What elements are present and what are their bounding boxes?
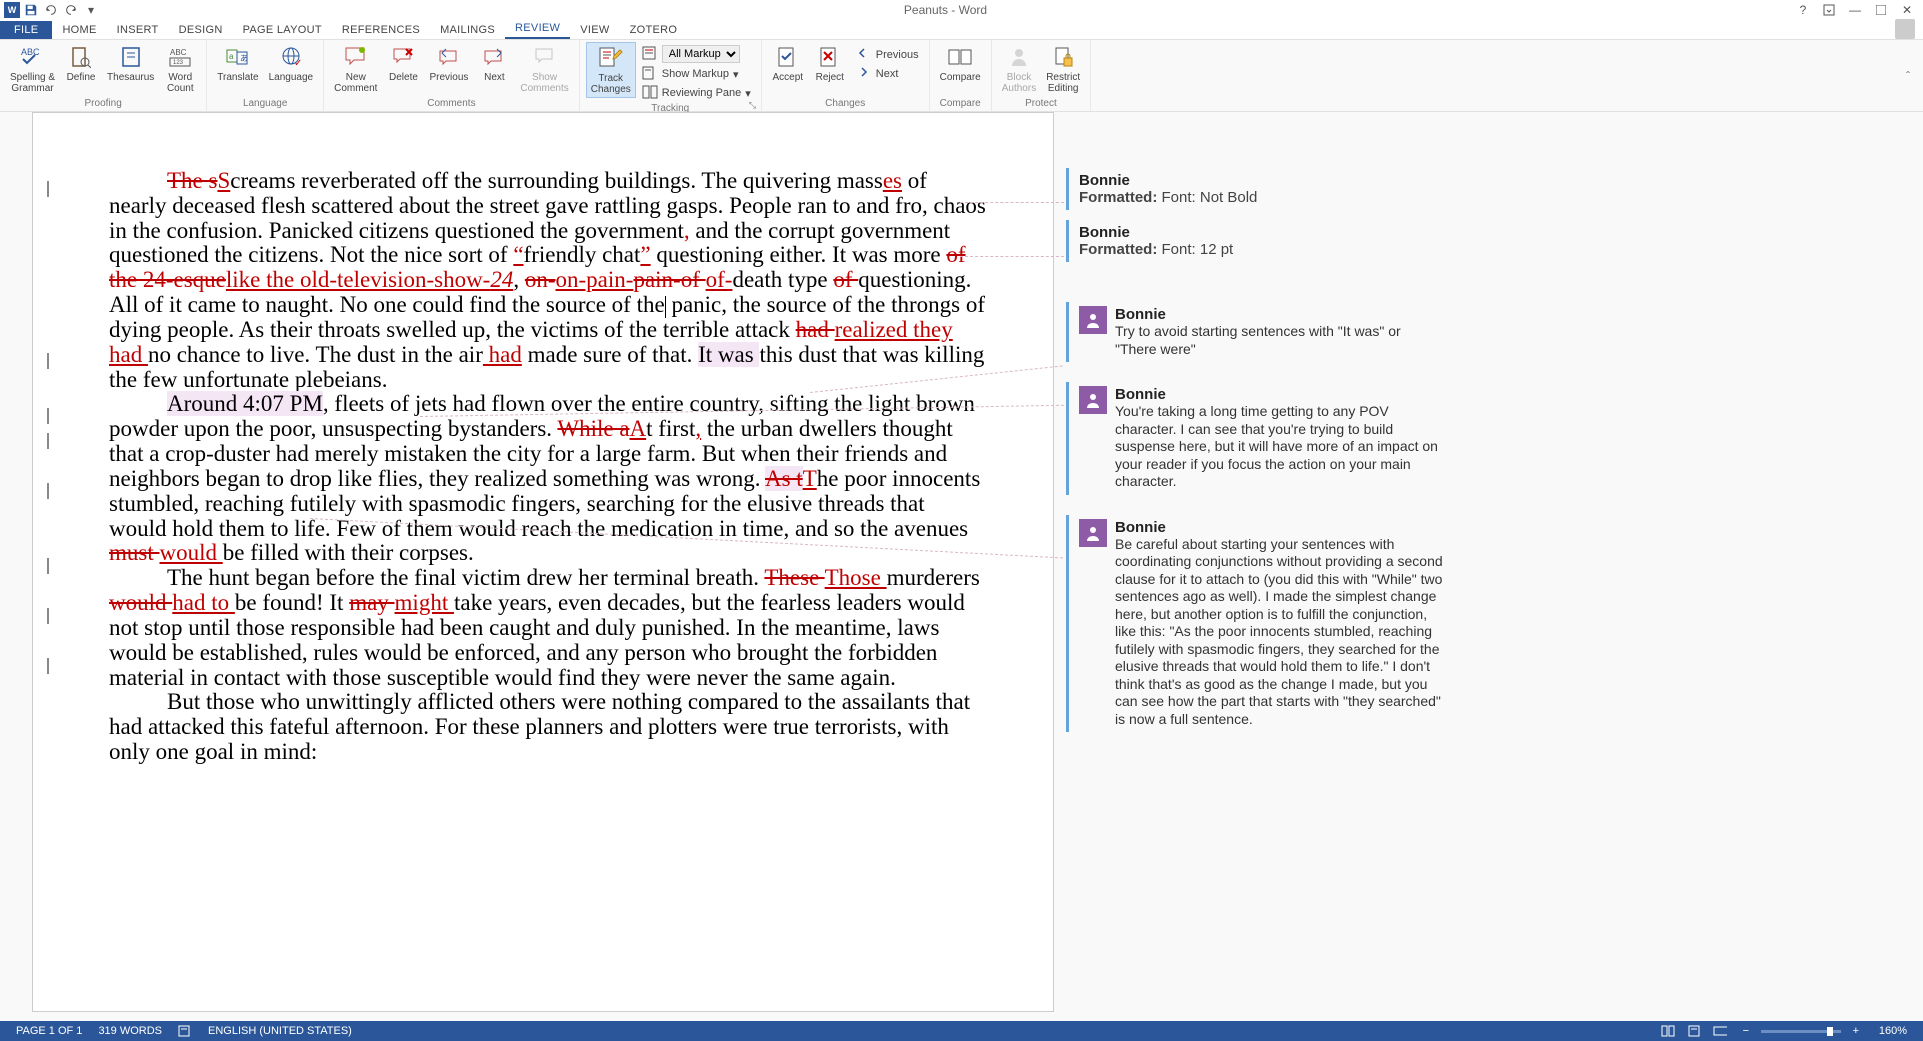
minimize-icon[interactable]: — — [1843, 1, 1867, 19]
svg-text:a: a — [229, 52, 234, 61]
collapse-ribbon-icon[interactable]: ˆ — [1893, 40, 1923, 111]
status-words[interactable]: 319 WORDS — [90, 1025, 170, 1037]
next-comment-button[interactable]: Next — [474, 42, 514, 85]
comment-balloon[interactable]: Bonnie Be careful about starting your se… — [1066, 515, 1448, 733]
tracking-launcher-icon[interactable]: ⤡ — [749, 100, 759, 110]
tab-home[interactable]: HOME — [52, 21, 106, 39]
spelling-grammar-button[interactable]: ABC Spelling &Grammar — [6, 42, 59, 96]
ribbon-tabs: FILE HOME INSERT DESIGN PAGE LAYOUT REFE… — [0, 20, 1923, 40]
group-language: aあ Translate ✓ Language Language — [207, 40, 324, 111]
title-bar: W ▾ Peanuts - Word ? — ✕ — [0, 0, 1923, 20]
ribbon-display-icon[interactable] — [1817, 1, 1841, 19]
document-body[interactable]: The sScreams reverberated off the surrou… — [33, 113, 1053, 765]
thesaurus-button[interactable]: Thesaurus — [103, 42, 158, 85]
tab-mailings[interactable]: MAILINGS — [430, 21, 505, 39]
review-pane: Bonnie Formatted: Font: Not Bold Bonnie … — [1058, 112, 1456, 1012]
group-comments: NewComment Delete Previous Next ShowComm… — [324, 40, 580, 111]
save-icon[interactable] — [22, 1, 40, 19]
svg-text:ABC: ABC — [21, 47, 40, 57]
next-change-button[interactable]: Next — [852, 65, 923, 83]
block-authors-button: BlockAuthors — [998, 42, 1040, 96]
undo-icon[interactable] — [42, 1, 60, 19]
svg-text:あ: あ — [240, 54, 248, 63]
prev-change-button[interactable]: Previous — [852, 46, 923, 64]
window-title: Peanuts - Word — [100, 3, 1791, 17]
zoom-in-icon[interactable]: + — [1845, 1022, 1867, 1040]
fmt-change[interactable]: Bonnie Formatted: Font: Not Bold — [1066, 168, 1448, 210]
new-comment-button[interactable]: NewComment — [330, 42, 381, 96]
svg-text:ABC: ABC — [170, 48, 187, 57]
status-bar: PAGE 1 OF 1 319 WORDS ENGLISH (UNITED ST… — [0, 1021, 1923, 1041]
tab-view[interactable]: VIEW — [570, 21, 619, 39]
maximize-icon[interactable] — [1869, 1, 1893, 19]
zoom-out-icon[interactable]: − — [1735, 1022, 1757, 1040]
display-for-review-select[interactable]: All Markup — [638, 44, 755, 64]
status-proof-icon[interactable] — [170, 1025, 200, 1037]
ribbon: ABC Spelling &Grammar Define Thesaurus A… — [0, 40, 1923, 112]
define-button[interactable]: Define — [61, 42, 101, 85]
svg-text:✓: ✓ — [294, 58, 302, 68]
group-compare: Compare Compare — [930, 40, 992, 111]
close-icon[interactable]: ✕ — [1895, 1, 1919, 19]
translate-button[interactable]: aあ Translate — [213, 42, 262, 85]
word-count-button[interactable]: ABC123 WordCount — [160, 42, 200, 96]
tab-page-layout[interactable]: PAGE LAYOUT — [233, 21, 332, 39]
tab-review[interactable]: REVIEW — [505, 19, 570, 39]
reject-button[interactable]: Reject — [810, 42, 850, 85]
tab-zotero[interactable]: ZOTERO — [620, 21, 688, 39]
language-button[interactable]: ✓ Language — [265, 42, 318, 85]
connector-line — [960, 256, 1064, 257]
group-tracking: TrackChanges All Markup Show Markup ▾ Re… — [580, 40, 762, 111]
person-icon — [1079, 519, 1107, 547]
person-icon — [1079, 306, 1107, 334]
status-page[interactable]: PAGE 1 OF 1 — [8, 1025, 90, 1037]
show-markup-button[interactable]: Show Markup ▾ — [638, 65, 755, 83]
help-icon[interactable]: ? — [1791, 1, 1815, 19]
comment-balloon[interactable]: Bonnie You're taking a long time getting… — [1066, 382, 1448, 495]
document-area: The sScreams reverberated off the surrou… — [0, 112, 1923, 1021]
person-icon — [1079, 386, 1107, 414]
delete-comment-button[interactable]: Delete — [383, 42, 423, 85]
qat-customize-icon[interactable]: ▾ — [82, 1, 100, 19]
all-markup-dropdown[interactable]: All Markup — [662, 45, 740, 63]
tab-insert[interactable]: INSERT — [107, 21, 169, 39]
compare-button[interactable]: Compare — [936, 42, 985, 85]
tab-design[interactable]: DESIGN — [169, 21, 233, 39]
reviewing-pane-button[interactable]: Reviewing Pane ▾ — [638, 84, 755, 102]
redo-icon[interactable] — [62, 1, 80, 19]
zoom-slider[interactable] — [1761, 1030, 1841, 1033]
user-avatar[interactable] — [1895, 19, 1915, 39]
page[interactable]: The sScreams reverberated off the surrou… — [32, 112, 1054, 1012]
print-layout-icon[interactable] — [1683, 1022, 1705, 1040]
read-mode-icon[interactable] — [1657, 1022, 1679, 1040]
svg-text:123: 123 — [173, 60, 184, 66]
word-app-icon: W — [4, 2, 20, 18]
tab-references[interactable]: REFERENCES — [332, 21, 430, 39]
track-changes-button[interactable]: TrackChanges — [586, 42, 636, 98]
fmt-change[interactable]: Bonnie Formatted: Font: 12 pt — [1066, 220, 1448, 262]
connector-line — [960, 202, 1064, 203]
web-layout-icon[interactable] — [1709, 1022, 1731, 1040]
group-changes: Accept Reject Previous Next Changes — [762, 40, 930, 111]
zoom-level[interactable]: 160% — [1871, 1025, 1915, 1037]
status-language[interactable]: ENGLISH (UNITED STATES) — [200, 1025, 360, 1037]
tab-file[interactable]: FILE — [0, 21, 52, 39]
group-proofing: ABC Spelling &Grammar Define Thesaurus A… — [0, 40, 207, 111]
restrict-editing-button[interactable]: RestrictEditing — [1042, 42, 1084, 96]
accept-button[interactable]: Accept — [768, 42, 808, 85]
prev-comment-button[interactable]: Previous — [425, 42, 472, 85]
comment-balloon[interactable]: Bonnie Try to avoid starting sentences w… — [1066, 302, 1448, 362]
show-comments-button: ShowComments — [516, 42, 572, 96]
group-protect: BlockAuthors RestrictEditing Protect — [992, 40, 1091, 111]
